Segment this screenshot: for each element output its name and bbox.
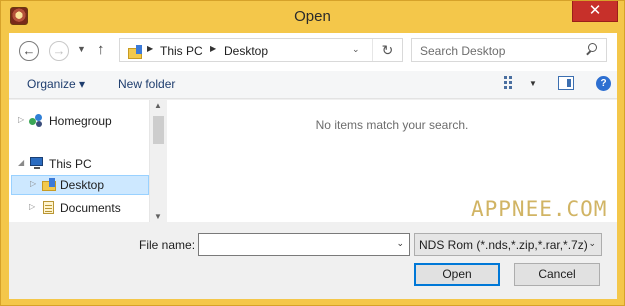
- forward-button[interactable]: →: [49, 41, 69, 61]
- search-box[interactable]: Search Desktop: [411, 38, 607, 62]
- file-name-input[interactable]: ⌄: [198, 233, 410, 256]
- navigation-bar: ← → ▼ ↑ ▶ This PC ▶ Desktop ⌄ ↻ Search D…: [9, 33, 617, 71]
- open-button[interactable]: Open: [414, 263, 500, 286]
- up-one-level-button[interactable]: ↑: [97, 41, 105, 58]
- new-folder-button[interactable]: New folder: [118, 77, 175, 91]
- command-toolbar: Organize ▾ New folder ▼ ?: [9, 71, 617, 99]
- file-name-section: File name: ⌄ NDS Rom (*.nds,*.zip,*.rar,…: [9, 222, 617, 299]
- computer-icon: [28, 156, 44, 171]
- scroll-down-icon[interactable]: ▼: [154, 212, 162, 221]
- search-input[interactable]: Search Desktop: [420, 44, 505, 58]
- cancel-button[interactable]: Cancel: [514, 263, 600, 286]
- file-type-value: NDS Rom (*.nds,*.zip,*.rar,*.7z): [419, 238, 588, 252]
- dialog-client-area: ← → ▼ ↑ ▶ This PC ▶ Desktop ⌄ ↻ Search D…: [9, 33, 617, 299]
- tree-item-documents[interactable]: ▷ Documents: [9, 198, 149, 218]
- tree-item-label: Homegroup: [49, 114, 112, 128]
- tree-item-homegroup[interactable]: ▷ Homegroup: [9, 111, 149, 131]
- documents-icon: [40, 200, 56, 215]
- tree-item-label: Documents: [60, 201, 121, 215]
- breadcrumb-separator-icon[interactable]: ▶: [210, 44, 216, 53]
- file-name-dropdown-icon[interactable]: ⌄: [396, 238, 404, 249]
- appnee-watermark: APPNEE.COM: [471, 197, 608, 221]
- back-button[interactable]: ←: [19, 41, 39, 61]
- collapse-arrow-icon[interactable]: ◢: [18, 158, 24, 167]
- file-type-select[interactable]: NDS Rom (*.nds,*.zip,*.rar,*.7z) ⌄: [414, 233, 602, 256]
- expand-arrow-icon[interactable]: ▷: [30, 179, 36, 188]
- change-view-icon[interactable]: [504, 76, 520, 90]
- expand-arrow-icon[interactable]: ▷: [29, 202, 35, 211]
- close-button[interactable]: ✕: [572, 1, 618, 22]
- breadcrumb-desktop[interactable]: Desktop: [224, 44, 268, 58]
- this-pc-location-icon: [124, 42, 142, 59]
- file-type-dropdown-icon[interactable]: ⌄: [588, 238, 596, 249]
- address-bar[interactable]: ▶ This PC ▶ Desktop ⌄ ↻: [119, 38, 403, 62]
- title-bar[interactable]: Open ✕: [1, 1, 624, 33]
- search-icon[interactable]: [584, 42, 600, 58]
- organize-menu-button[interactable]: Organize ▾: [27, 77, 85, 91]
- homegroup-icon: [28, 113, 44, 128]
- refresh-button[interactable]: ↻: [372, 39, 402, 61]
- address-dropdown-icon[interactable]: ⌄: [352, 44, 360, 55]
- navigation-pane-scrollbar[interactable]: ▲ ▼: [149, 100, 166, 222]
- scrollbar-thumb[interactable]: [153, 116, 164, 144]
- help-icon[interactable]: ?: [596, 76, 611, 91]
- file-name-label: File name:: [139, 238, 196, 252]
- tree-item-label: This PC: [49, 157, 92, 171]
- tree-item-this-pc[interactable]: ◢ This PC: [9, 154, 149, 174]
- breadcrumb-this-pc[interactable]: This PC: [160, 44, 203, 58]
- recent-locations-dropdown[interactable]: ▼: [77, 44, 86, 54]
- desktop-folder-icon: [41, 177, 57, 192]
- breadcrumb-separator-icon[interactable]: ▶: [147, 44, 153, 53]
- view-options-dropdown[interactable]: ▼: [529, 79, 537, 88]
- tree-item-desktop[interactable]: ▷ Desktop: [11, 175, 149, 195]
- preview-pane-icon[interactable]: [558, 76, 574, 90]
- navigation-pane: ▷ Homegroup ◢ This PC ▷ Desktop ▷ Docume…: [9, 100, 149, 222]
- open-dialog-window: Open ✕ ← → ▼ ↑ ▶ This PC ▶ Desktop ⌄ ↻ S…: [0, 0, 625, 306]
- expand-arrow-icon[interactable]: ▷: [18, 115, 24, 124]
- scroll-up-icon[interactable]: ▲: [154, 101, 162, 110]
- tree-item-label: Desktop: [60, 178, 105, 192]
- empty-results-message: No items match your search.: [315, 118, 469, 132]
- window-title: Open: [294, 8, 331, 25]
